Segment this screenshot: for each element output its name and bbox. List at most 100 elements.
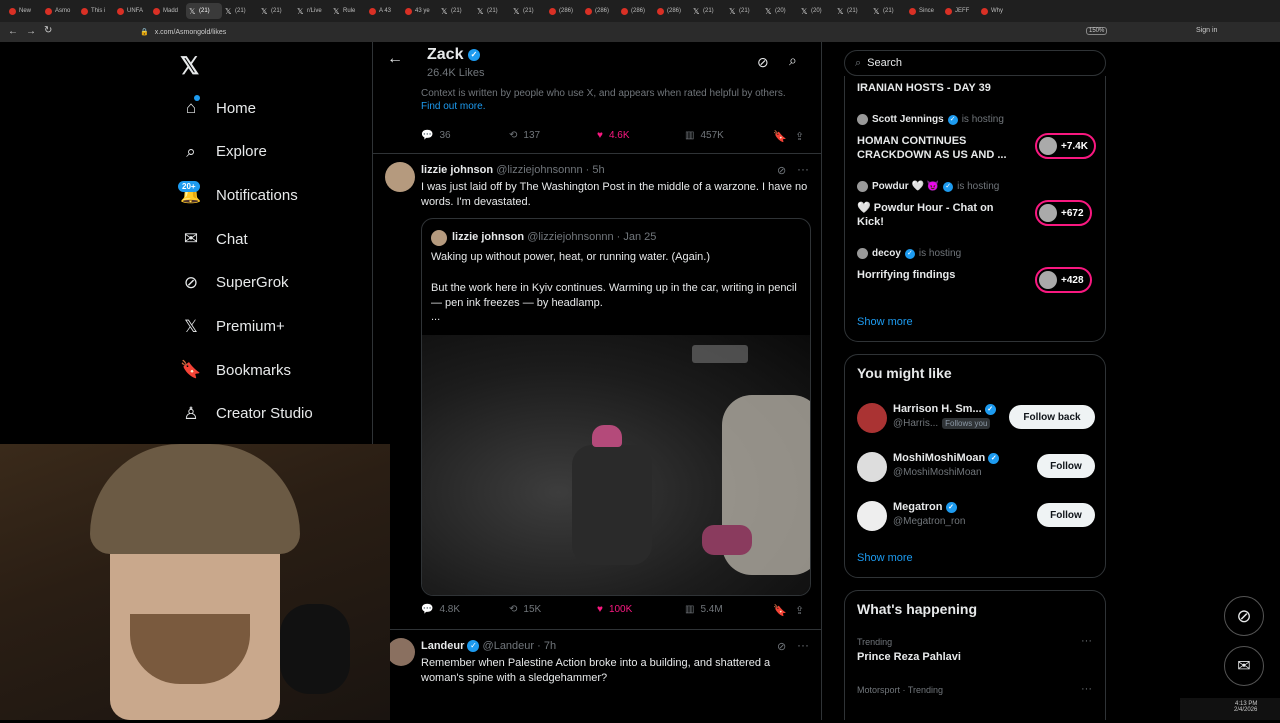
who-to-follow-row[interactable]: Megatron ✓ @Megatron_ron Follow	[845, 499, 1107, 539]
browser-tab[interactable]: 𝕏 (21)	[186, 3, 222, 19]
browser-tab[interactable]: New	[6, 3, 42, 19]
reload-icon[interactable]: ↻	[44, 25, 52, 36]
nav-item-chat[interactable]: ✉ Chat	[180, 224, 248, 254]
back-icon[interactable]: ←	[8, 26, 18, 37]
search-input[interactable]: ⌕ Search	[844, 50, 1106, 76]
trend-item[interactable]: Trending Prince Reza Pahlavi ···	[845, 635, 1107, 675]
space-title[interactable]: 🤍 Powdur Hour - Chat on Kick!	[857, 201, 1017, 229]
browser-tab[interactable]: 𝕏 (21)	[222, 3, 258, 19]
who-to-follow-show-more[interactable]: Show more	[857, 552, 913, 564]
trend-item[interactable]: Motorsport · Trending ···	[845, 683, 1107, 723]
browser-tab[interactable]: 𝕏 (21)	[834, 3, 870, 19]
browser-tab[interactable]: 43 ye	[402, 3, 438, 19]
post3-time[interactable]: · 7h	[537, 640, 556, 652]
back-arrow-icon[interactable]: ←	[387, 50, 403, 68]
browser-tab[interactable]: 𝕏 Rule	[330, 3, 366, 19]
browser-tab[interactable]: 𝕏 (21)	[258, 3, 294, 19]
sign-in-button[interactable]: Sign in	[1196, 27, 1217, 34]
space-listeners-badge[interactable]: +428	[1035, 267, 1092, 293]
browser-tab[interactable]: 𝕏 (21)	[690, 3, 726, 19]
browser-tab[interactable]: 𝕏 (21)	[438, 3, 474, 19]
like-button[interactable]: ♥ 4.6K	[597, 130, 630, 141]
browser-tab[interactable]: 𝕏 (21)	[510, 3, 546, 19]
quote-tweet[interactable]: lizzie johnson @lizziejohnsonnn · Jan 25…	[421, 218, 811, 596]
view-button[interactable]: ▥ 457K	[685, 130, 724, 141]
repost-button[interactable]: ⟲ 137	[509, 130, 540, 141]
address-bar[interactable]: 🔒 x.com/Asmongold/likes	[140, 25, 1140, 39]
post-image[interactable]	[422, 335, 810, 595]
x-logo[interactable]: 𝕏	[180, 52, 199, 81]
follow-button[interactable]: Follow	[1037, 454, 1095, 478]
browser-tab[interactable]: JEFF	[942, 3, 978, 19]
browser-tab[interactable]: UNFA	[114, 3, 150, 19]
browser-tab[interactable]: 𝕏r/Live	[294, 3, 330, 19]
space-title[interactable]: HOMAN CONTINUES CRACKDOWN AS US AND ...	[857, 134, 1017, 162]
like-button[interactable]: ♥ 100K	[597, 604, 632, 615]
grok-fab[interactable]: ⊘	[1224, 596, 1264, 636]
view-button[interactable]: ▥ 5.4M	[685, 604, 723, 615]
grok-icon[interactable]: ⊘	[777, 164, 786, 177]
nav-item-supergrok[interactable]: ⊘ SuperGrok	[180, 268, 289, 298]
space-listeners-badge[interactable]: +7.4K	[1035, 133, 1096, 159]
who-to-follow-row[interactable]: Harrison H. Sm... ✓ @Harris... Follows yo…	[845, 401, 1107, 441]
browser-tab[interactable]: (286)	[618, 3, 654, 19]
forward-icon[interactable]: →	[26, 26, 36, 37]
more-icon[interactable]: ···	[797, 162, 809, 176]
browser-tab[interactable]: Since	[906, 3, 942, 19]
space-host-row[interactable]: decoy ✓ is hosting	[857, 248, 961, 259]
more-icon[interactable]: ···	[1081, 683, 1092, 695]
browser-tab[interactable]: Asmo	[42, 3, 78, 19]
space-title[interactable]: IRANIAN HOSTS - DAY 39	[857, 82, 991, 94]
browser-tab[interactable]: 𝕏 (20)	[762, 3, 798, 19]
browser-tab[interactable]: This i	[78, 3, 114, 19]
browser-tab[interactable]: 𝕏 (21)	[870, 3, 906, 19]
nav-item-bookmarks[interactable]: 🔖 Bookmarks	[180, 355, 291, 385]
browser-tab[interactable]: (286)	[654, 3, 690, 19]
repost-button[interactable]: ⟲ 15K	[509, 604, 541, 615]
who-to-follow-row[interactable]: MoshiMoshiMoan ✓ @MoshiMoshiMoan Follow	[845, 450, 1107, 490]
nav-item-home[interactable]: ⌂ Home	[180, 93, 256, 123]
browser-tab[interactable]: Madd	[150, 3, 186, 19]
zoom-indicator[interactable]: 150%	[1086, 27, 1108, 35]
space-title[interactable]: Horrifying findings	[857, 268, 1017, 282]
bookmark-icon[interactable]: 🔖	[773, 604, 787, 617]
avatar[interactable]	[385, 162, 415, 192]
browser-tab[interactable]: A 43	[366, 3, 402, 19]
spaces-show-more[interactable]: Show more	[857, 316, 913, 328]
post2-author[interactable]: lizzie johnson	[421, 164, 493, 176]
browser-tab[interactable]: Why	[978, 3, 1014, 19]
browser-tab[interactable]: 𝕏 (20)	[798, 3, 834, 19]
search-icon[interactable]: ⌕	[789, 52, 797, 69]
clock[interactable]: 4:13 PM 2/4/2026	[1234, 701, 1257, 713]
more-icon[interactable]: ···	[797, 638, 809, 652]
community-note-link[interactable]: Find out more.	[421, 101, 485, 112]
browser-tab[interactable]: (286)	[582, 3, 618, 19]
space-host-row[interactable]: Powdur 🤍 😈 ✓ is hosting	[857, 181, 999, 192]
post3-handle[interactable]: @Landeur	[483, 640, 535, 652]
grok-icon[interactable]: ⊘	[777, 640, 786, 653]
grok-icon[interactable]: ⊘	[757, 54, 769, 71]
browser-tab[interactable]: 𝕏 (21)	[474, 3, 510, 19]
follow-back-button[interactable]: Follow back	[1009, 405, 1095, 429]
more-icon[interactable]: ···	[1081, 635, 1092, 647]
post2-handle[interactable]: @lizziejohnsonnn	[496, 164, 582, 176]
nav-item-explore[interactable]: ⌕ Explore	[180, 137, 267, 167]
bookmark-icon[interactable]: 🔖	[773, 130, 787, 143]
browser-tab[interactable]: (286)	[546, 3, 582, 19]
browser-tab[interactable]: 𝕏 (21)	[726, 3, 762, 19]
replie-button[interactable]: 💬 36	[421, 130, 451, 141]
space-host-row[interactable]: Scott Jennings ✓ is hosting	[857, 114, 1004, 125]
replie-button[interactable]: 💬 4.8K	[421, 604, 460, 615]
space-listeners-badge[interactable]: +672	[1035, 200, 1092, 226]
nav-item-creator-studio[interactable]: ♙ Creator Studio	[180, 399, 312, 429]
verified-icon: ✓	[988, 452, 1000, 464]
post2-time[interactable]: · 5h	[586, 164, 605, 176]
follow-button[interactable]: Follow	[1037, 503, 1095, 527]
share-icon[interactable]: ⇪	[795, 130, 804, 143]
avatar[interactable]	[387, 638, 415, 666]
messages-fab[interactable]: ✉	[1224, 646, 1264, 686]
timeline[interactable]: ← Zack ✓ 26.4K Likes ⊘ ⌕ Context is writ…	[372, 42, 822, 720]
share-icon[interactable]: ⇪	[795, 604, 804, 617]
nav-item-premium[interactable]: 𝕏 Premium+	[180, 312, 285, 342]
post3-author[interactable]: Landeur	[421, 640, 464, 652]
